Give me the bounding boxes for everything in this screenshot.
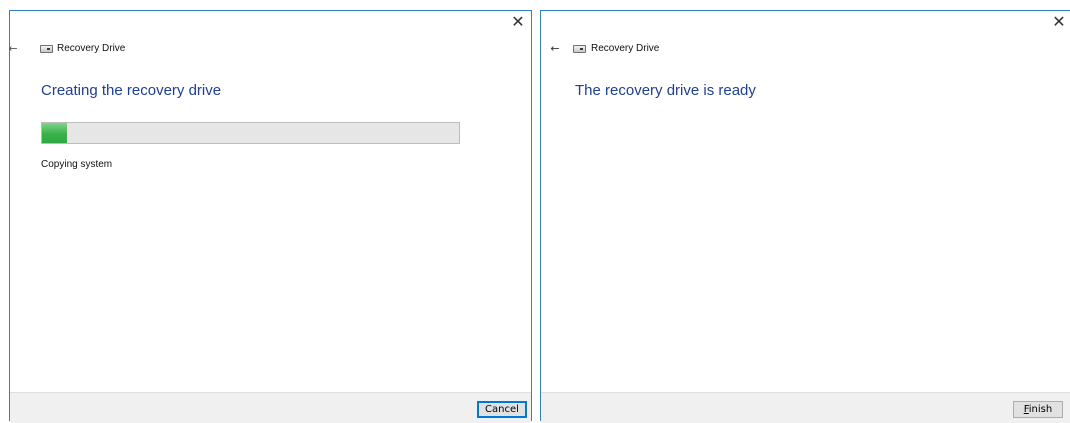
finish-label-rest: inish [1028, 404, 1053, 415]
cancel-button[interactable]: Cancel [477, 401, 527, 418]
footer-bar: Cancel [10, 392, 531, 423]
drive-icon [40, 45, 53, 53]
close-icon[interactable]: ✕ [509, 13, 527, 31]
back-arrow-icon[interactable]: ← [548, 41, 562, 57]
drive-icon [573, 45, 586, 53]
page-heading: Creating the recovery drive [41, 82, 222, 99]
window-header: ← Recovery Drive [541, 41, 1070, 57]
recovery-drive-window-ready: ✕ ← Recovery Drive The recovery drive is… [540, 10, 1070, 423]
progress-bar [41, 122, 460, 144]
window-header: ← Recovery Drive [8, 41, 531, 57]
finish-button[interactable]: Finish [1013, 401, 1063, 418]
recovery-drive-window-creating: ✕ ← Recovery Drive Creating the recovery… [8, 10, 532, 423]
footer-bar: Finish [541, 392, 1070, 423]
status-text: Copying system [41, 159, 113, 170]
app-title: Recovery Drive [57, 43, 126, 54]
back-arrow-icon[interactable]: ← [6, 41, 20, 57]
close-icon[interactable]: ✕ [1050, 13, 1068, 31]
app-title: Recovery Drive [591, 43, 660, 54]
progress-bar-fill [42, 123, 68, 143]
page-heading: The recovery drive is ready [575, 82, 756, 99]
